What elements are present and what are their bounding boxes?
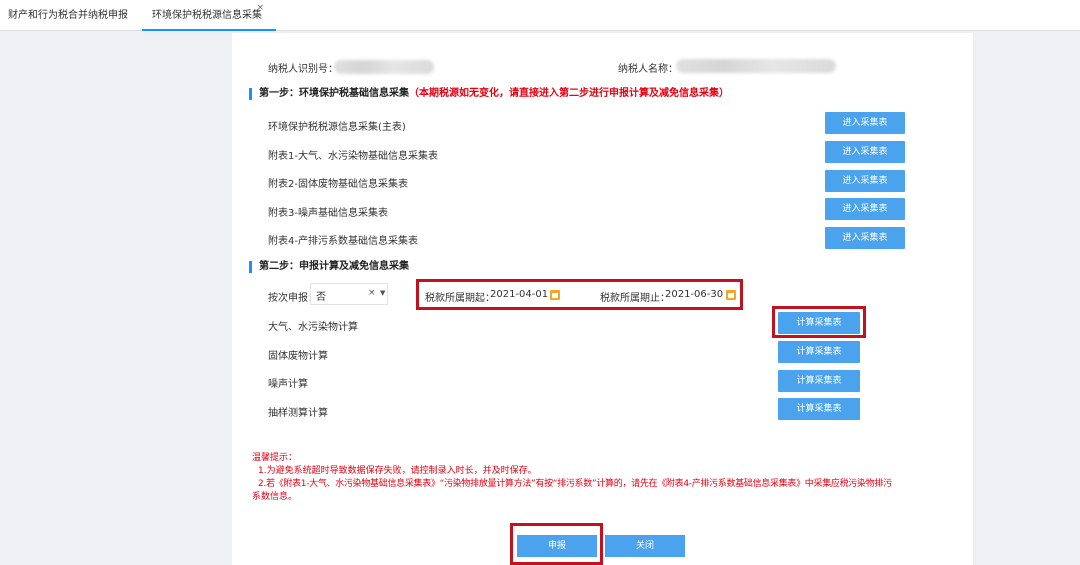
calendar-icon[interactable] [726,290,736,300]
step1-row-label: 附表4-产排污系数基础信息采集表 [268,236,418,247]
step1-row-label: 附表1-大气、水污染物基础信息采集表 [268,151,438,162]
tips-title: 温馨提示： [252,453,298,463]
taxpayer-id-value-redacted [334,60,434,74]
step2-row-label: 噪声计算 [268,379,308,390]
period-end-input[interactable]: 2021-06-30 [665,289,723,300]
tab-env-tax-source-collection[interactable]: 环境保护税税源信息采集 × [142,0,276,31]
calc-noise-button[interactable]: 计算采集表 [778,370,860,392]
taxpayer-id-label: 纳税人识别号： [268,64,338,75]
tab-bar: 财产和行为税合并纳税申报 环境保护税税源信息采集 × [0,0,1080,31]
period-start-input[interactable]: 2021-04-01 [490,289,548,300]
step2-row-label: 固体废物计算 [268,351,328,362]
step1-heading: 第一步：环境保护税基础信息采集（本期税源如无变化，请直接进入第二步进行申报计算及… [249,87,729,101]
section-marker [249,261,252,273]
close-icon[interactable]: × [256,0,264,24]
calendar-icon[interactable] [550,290,560,300]
step1-row-label: 环境保护税税源信息采集(主表) [268,122,406,133]
section-marker [249,88,252,100]
chevron-down-icon[interactable]: ▼ [380,289,385,297]
step2-row-label: 抽样测算计算 [268,408,328,419]
tips-line2: 2.若《附表1-大气、水污染物基础信息采集表》“污染物排放量计算方法”有按“排污… [258,479,892,489]
taxpayer-name-value-redacted [676,59,836,73]
step2-row-label: 大气、水污染物计算 [268,322,358,333]
submit-button[interactable]: 申报 [517,535,597,557]
step1-note: （本期税源如无变化，请直接进入第二步进行申报计算及减免信息采集） [409,88,729,99]
step1-row-label: 附表2-固体废物基础信息采集表 [268,179,408,190]
tips-line2-cont: 系数信息。 [252,492,298,502]
enter-attachment2-button[interactable]: 进入采集表 [825,170,905,192]
enter-main-form-button[interactable]: 进入采集表 [825,112,905,134]
calc-sampling-button[interactable]: 计算采集表 [778,398,860,420]
step1-title: 第一步：环境保护税基础信息采集 [259,88,409,99]
per-time-select[interactable]: 否 × ▼ [310,283,388,305]
close-button[interactable]: 关闭 [605,535,685,557]
period-start-label: 税款所属期起： [425,293,495,304]
clear-icon[interactable]: × [368,288,376,298]
enter-attachment4-button[interactable]: 进入采集表 [825,227,905,249]
enter-attachment3-button[interactable]: 进入采集表 [825,198,905,220]
taxpayer-name-label: 纳税人名称： [618,64,678,75]
tab-label: 环境保护税税源信息采集 [152,10,262,21]
per-time-value: 否 [316,292,326,303]
enter-attachment1-button[interactable]: 进入采集表 [825,141,905,163]
period-end-label: 税款所属期止： [600,293,670,304]
tips-line1: 1.为避免系统超时导致数据保存失败，请控制录入时长，并及时保存。 [258,466,537,476]
collection-panel: 纳税人识别号： 纳税人名称： 第一步：环境保护税基础信息采集（本期税源如无变化，… [232,33,973,565]
tab-property-tax-declaration[interactable]: 财产和行为税合并纳税申报 [8,0,128,31]
step1-row-label: 附表3-噪声基础信息采集表 [268,208,388,219]
calc-air-water-button[interactable]: 计算采集表 [778,312,860,334]
calc-solid-waste-button[interactable]: 计算采集表 [778,341,860,363]
step2-heading: 第二步：申报计算及减免信息采集 [249,260,409,274]
step2-title: 第二步：申报计算及减免信息采集 [259,261,409,272]
